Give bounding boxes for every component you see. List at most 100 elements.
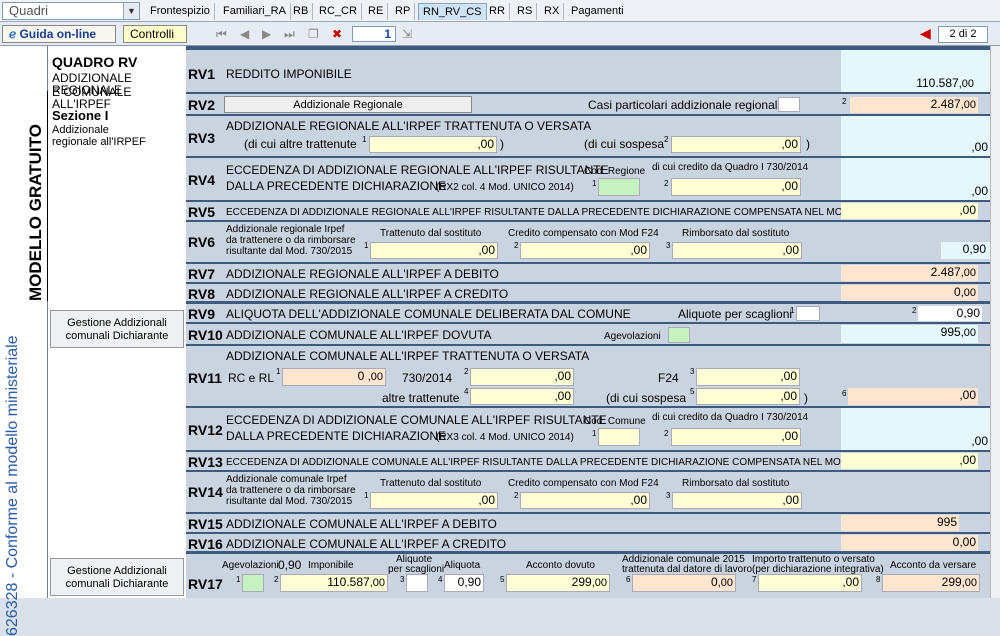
rv14-tratt-field[interactable]: ,00 [370,492,498,509]
sezione-title: Sezione I [52,108,109,123]
chevron-down-icon[interactable]: ▼ [123,3,139,19]
rv12-cod-field[interactable] [598,428,640,446]
rv4-cod-field[interactable] [598,178,640,196]
rv10-agev-field[interactable] [668,327,690,343]
row-rv12: RV12 ECCEDENZA DI ADDIZIONALE COMUNALE A… [186,408,990,452]
row-rv17: RV17 Agevolazioni 0,90 Imponibile Aliquo… [186,554,990,598]
rv9-scaglioni-field[interactable] [796,306,820,321]
row-rv14: RV14 Addizionale comunale Irpef da tratt… [186,472,990,514]
rv3-num2: 2 [664,135,669,144]
rv17-acc-value: 299 [571,575,592,589]
last-page-icon[interactable]: ⏭ [284,27,295,42]
rv17-acc-field[interactable]: 299,00 [506,574,610,592]
tab-rr[interactable]: RR [485,3,510,20]
rv12-num2: 2 [664,429,669,438]
row-rv13: RV13 ECCEDENZA DI ADDIZIONALE COMUNALE A… [186,452,990,472]
rv14-num1: 1 [364,491,369,500]
rv15-value-field[interactable]: 995 [841,515,959,531]
rv3-num1: 1 [362,135,367,144]
rv4-label2: DALLA PRECEDENTE DICHIARAZIONE [226,179,447,193]
rv17-imp-field[interactable]: 110.587,00 [280,574,388,592]
copy-page-icon[interactable]: ❐ [308,27,319,41]
rv6-tratt-field[interactable]: ,00 [370,242,498,259]
controlli-button[interactable]: Controlli [123,25,187,43]
rv4-code: RV4 [188,172,215,188]
rv6-aliq-field[interactable]: 0,90 [941,242,990,259]
next-page-icon[interactable]: ▶ [262,27,271,41]
rv3-label-sosp: (di cui sospesa [584,137,665,151]
rv17-accv-label: Acconto da versare [890,560,977,571]
rv3-altre-field[interactable]: ,00 [369,136,497,153]
rv14-l1: Addizionale comunale Irpef [226,474,347,485]
tab-frontespizio[interactable]: Frontespizio [146,3,215,20]
page-number-input[interactable]: 1 [352,26,396,42]
gestione-addizionali-button-1[interactable]: Gestione Addizionali comunali Dichiarante [50,310,184,348]
rv2-casi-field[interactable] [778,97,800,112]
page-selector[interactable]: 2 di 2 [938,26,988,43]
rv12-total-field[interactable]: ,00 [841,408,990,450]
gestione-addizionali-button-2[interactable]: Gestione Addizionali comunali Dichiarante [50,558,184,596]
rv14-rimb-field[interactable]: ,00 [672,492,802,509]
guida-online-button[interactable]: ℯ Guida on-line [2,25,116,43]
tab-rs[interactable]: RS [513,3,538,20]
go-page-icon[interactable]: ⇲ [402,27,412,41]
rv9-value-field[interactable]: 0,90 [918,306,982,321]
rv11-rc-field[interactable]: 0 ,00 [282,368,386,386]
rv9-label: ALIQUOTA DELL'ADDIZIONALE COMUNALE DELIB… [226,307,631,321]
rv11-f24-field[interactable]: ,00 [696,368,800,386]
tab-rb[interactable]: RB [289,3,314,20]
tab-rn-rv-cs[interactable]: RN_RV_CS [418,3,487,20]
rv8-value-field[interactable]: 0,00 [841,285,978,301]
rv12-cred-field[interactable]: ,00 [671,428,801,446]
rv5-value-field[interactable]: ,00 [841,203,978,219]
rv17-num8: 8 [876,575,881,584]
rv16-value-field[interactable]: 0,00 [841,535,978,551]
tab-re[interactable]: RE [364,3,389,20]
rv17-aliqsc-field[interactable] [406,574,428,592]
rv17-agev-field[interactable] [242,574,264,592]
rv11-f24-label: F24 [658,371,679,385]
rv6-cred-field[interactable]: ,00 [520,242,650,259]
rv2-value-field[interactable]: 2.487,00 [850,97,978,113]
rv4-cred-field[interactable]: ,00 [671,178,801,196]
rv6-code: RV6 [188,234,215,250]
tab-rc-cr[interactable]: RC_CR [315,3,362,20]
vertical-scrollbar[interactable] [990,46,1000,598]
rv14-cred-field[interactable]: ,00 [520,492,650,509]
help-icon: ℯ [9,27,20,41]
tab-rp[interactable]: RP [391,3,416,20]
gest2-line1: Gestione Addizionali [67,565,167,577]
rv10-value-field[interactable]: 995,00 [841,325,978,343]
sezione-sub1: Addizionale [52,124,109,136]
addizionale-regionale-button[interactable]: Addizionale Regionale [224,96,472,113]
rv3-sosp-field[interactable]: ,00 [671,136,801,153]
rv12-cred-label: di cui credito da Quadro I 730/2014 [652,412,809,423]
quadri-select[interactable]: Quadri ▼ [2,2,140,20]
rv11-730-field[interactable]: ,00 [470,368,574,386]
rv17-accv-field[interactable]: 299,00 [882,574,980,592]
rv11-altre-field[interactable]: ,00 [470,388,574,405]
rv11-sosp-field[interactable]: ,00 [696,388,800,405]
rv3-total-field[interactable]: ,00 [841,116,990,156]
first-page-icon[interactable]: ⏮ [216,27,227,42]
delete-page-icon[interactable]: ✖ [332,27,342,41]
rv11-total-field[interactable]: ,00 [848,388,978,405]
rv10-agev-label: Agevolazioni [604,331,661,342]
row-rv8: RV8 ADDIZIONALE REGIONALE ALL'IRPEF A CR… [186,284,990,304]
toolbar: ℯ Guida on-line Controlli ⏮ ◀ ▶ ⏭ ❐ ✖ 1 … [0,22,1000,46]
rv6-rimb-field[interactable]: ,00 [672,242,802,259]
tab-rx[interactable]: RX [540,3,565,20]
tab-familiari-ra[interactable]: Familiari_RA [219,3,291,20]
rv13-value-field[interactable]: ,00 [841,453,978,469]
rv17-aliq-field[interactable]: 0,90 [444,574,484,592]
rv5-code: RV5 [188,204,215,220]
rv17-imptr-field[interactable]: ,00 [758,574,862,592]
rv17-addtr-field[interactable]: 0,00 [632,574,736,592]
rv1-value-field[interactable]: 110.587,00 [841,76,976,92]
prev-page-icon[interactable]: ◀ [240,27,249,41]
rv4-total-field[interactable]: ,00 [841,158,990,200]
tab-pagamenti[interactable]: Pagamenti [567,3,628,20]
rv17-accv-dec: ,00 [961,577,977,589]
rv7-value-field[interactable]: 2.487,00 [841,265,978,281]
rv14-h1: Trattenuto dal sostituto [380,478,482,489]
